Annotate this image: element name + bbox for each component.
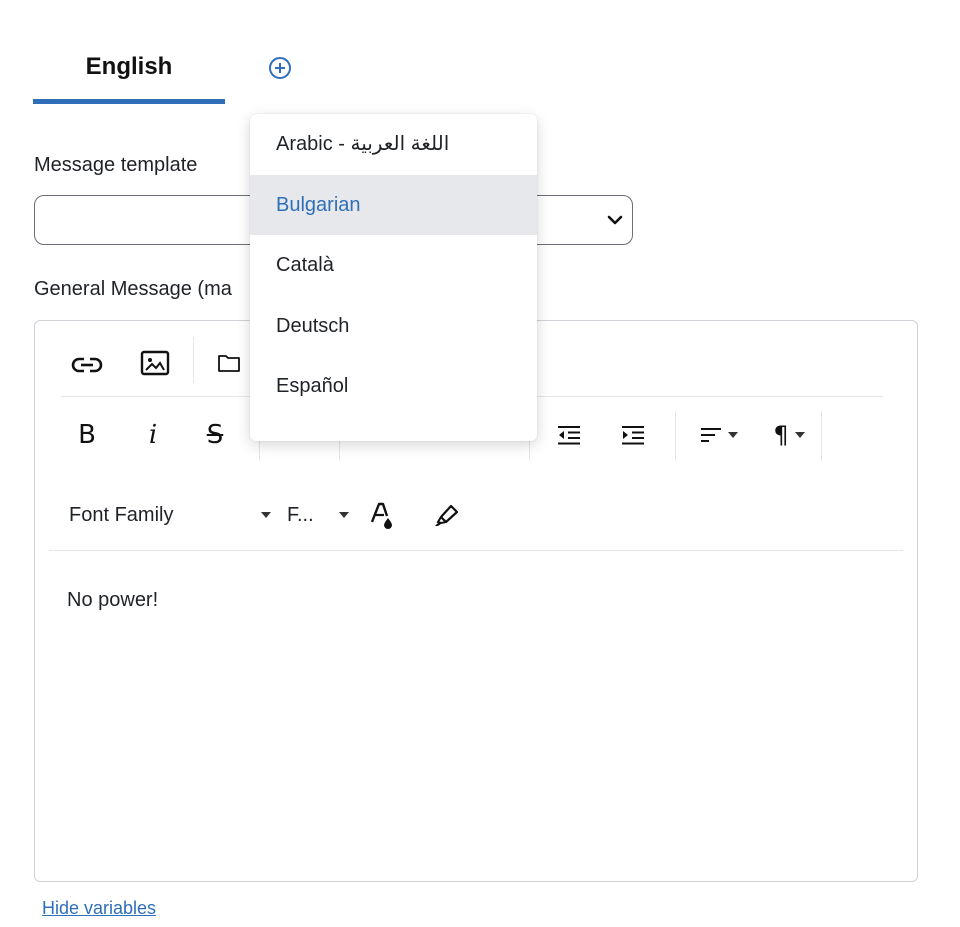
font-family-value: Font Family xyxy=(69,503,174,526)
link-icon xyxy=(71,357,103,373)
hide-variables-link[interactable]: Hide variables xyxy=(42,898,156,919)
caret-down-icon xyxy=(794,432,805,438)
align-dropdown-button[interactable] xyxy=(693,417,745,453)
insert-image-button[interactable] xyxy=(137,345,173,381)
language-dropdown-menu: Arabic - اللغة العربية Bulgarian Català … xyxy=(250,114,537,441)
toolbar-row-font: Font Family F... xyxy=(49,481,903,551)
toolbar-separator xyxy=(193,337,194,383)
highlighter-icon xyxy=(435,504,459,526)
font-size-value: F... xyxy=(287,503,314,526)
tab-english[interactable]: English xyxy=(33,40,225,104)
language-option-arabic[interactable]: Arabic - اللغة العربية xyxy=(250,114,537,175)
font-family-select[interactable]: Font Family xyxy=(69,499,271,531)
toolbar-separator xyxy=(821,411,822,461)
text-color-button[interactable] xyxy=(365,497,399,533)
italic-icon: i xyxy=(148,420,158,450)
bold-button[interactable]: B xyxy=(69,417,105,453)
general-message-label: General Message (ma xyxy=(34,278,232,300)
insert-file-button[interactable] xyxy=(211,345,247,381)
strikethrough-icon: S xyxy=(206,420,224,450)
bold-icon: B xyxy=(78,420,96,450)
strikethrough-button[interactable]: S xyxy=(197,417,233,453)
toolbar-separator xyxy=(675,411,676,461)
plus-circle-icon xyxy=(269,57,291,79)
folder-icon xyxy=(218,355,240,372)
caret-down-icon xyxy=(728,432,738,438)
language-option-bulgarian[interactable]: Bulgarian xyxy=(250,174,537,235)
pilcrow-icon: ¶ xyxy=(773,421,789,449)
message-template-label: Message template xyxy=(34,154,198,176)
outdent-icon xyxy=(558,426,580,445)
editor-content[interactable]: No power! xyxy=(67,589,158,612)
active-tab-indicator xyxy=(33,99,225,104)
indent-icon xyxy=(622,426,644,445)
image-icon xyxy=(140,350,170,376)
caret-down-icon xyxy=(339,512,349,518)
outdent-button[interactable] xyxy=(551,417,587,453)
language-option-deutsch[interactable]: Deutsch xyxy=(250,296,537,357)
insert-link-button[interactable] xyxy=(69,347,105,383)
font-size-select[interactable]: F... xyxy=(287,499,349,531)
language-option-catala[interactable]: Català xyxy=(250,235,537,296)
tab-english-label: English xyxy=(85,53,173,80)
italic-button[interactable]: i xyxy=(135,417,171,453)
highlight-color-button[interactable] xyxy=(429,497,463,533)
paragraph-dropdown-button[interactable]: ¶ xyxy=(763,417,815,453)
text-color-icon xyxy=(370,502,392,529)
add-language-button[interactable] xyxy=(266,54,294,82)
caret-down-icon xyxy=(261,512,271,518)
indent-button[interactable] xyxy=(615,417,651,453)
language-option-espanol[interactable]: Español xyxy=(250,356,537,417)
align-left-icon xyxy=(701,428,721,442)
chevron-down-icon xyxy=(607,215,623,225)
